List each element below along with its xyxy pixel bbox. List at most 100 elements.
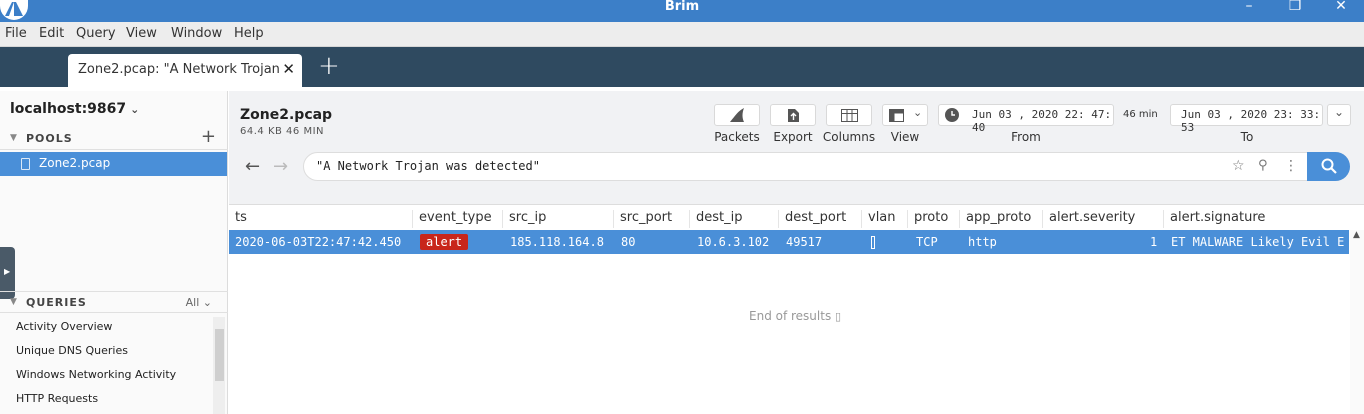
event-type-badge: alert (420, 234, 469, 250)
pin-icon[interactable]: ⚲ (1258, 158, 1268, 173)
shark-fin-icon (730, 108, 744, 122)
column-divider[interactable] (689, 210, 690, 228)
to-time-picker[interactable]: Jun 03 , 2020 23: 33: 53 (1170, 104, 1323, 134)
main-panel: Zone2.pcap 64.4 KB 46 MIN Packets Export… (229, 91, 1364, 414)
view-icon (889, 109, 904, 122)
clock-icon (945, 108, 959, 122)
column-divider[interactable] (613, 210, 614, 228)
end-of-results: End of results ▯ (749, 309, 841, 323)
pool-meta: 64.4 KB 46 MIN (240, 126, 325, 137)
column-divider[interactable] (502, 210, 503, 228)
col-header-event-type[interactable]: event_type (419, 210, 492, 225)
columns-label: Columns (822, 130, 876, 144)
scrollbar-thumb[interactable] (215, 329, 224, 381)
from-time-picker[interactable]: Jun 03 , 2020 22: 47: 40 (938, 104, 1114, 134)
queries-filter-dropdown[interactable]: All ⌄ (186, 296, 212, 309)
view-label: View (890, 130, 920, 144)
cell-vlan (871, 236, 875, 249)
col-header-dest-ip[interactable]: dest_ip (696, 210, 742, 225)
collapse-triangle-icon: ▼ (10, 297, 17, 307)
cell-alert-signature: ET MALWARE Likely Evil E (1171, 235, 1345, 249)
chevron-down-icon: ⌄ (1334, 105, 1345, 119)
search-input[interactable]: "A Network Trojan was detected" (316, 159, 540, 173)
columns-button[interactable] (826, 104, 872, 126)
queries-filter-value: All (185, 296, 200, 309)
col-header-ts[interactable]: ts (235, 210, 247, 225)
table-scrollbar[interactable]: ▲ (1350, 230, 1364, 414)
menu-file[interactable]: File (5, 26, 27, 41)
queries-label: QUERIES (26, 296, 87, 309)
menu-bar: File Edit Query View Window Help (0, 22, 1364, 47)
col-header-proto[interactable]: proto (914, 210, 948, 225)
column-divider[interactable] (412, 210, 413, 228)
new-tab-button[interactable]: + (318, 53, 340, 79)
menu-view[interactable]: View (126, 26, 157, 41)
pool-item[interactable]: Zone2.pcap (0, 152, 227, 176)
cell-src-ip: 185.118.164.8 (510, 235, 604, 249)
query-item[interactable]: Activity Overview (16, 320, 112, 333)
export-label: Export (773, 130, 813, 144)
col-header-alert-severity[interactable]: alert.severity (1049, 210, 1135, 225)
view-button[interactable]: ⌄ (882, 104, 928, 126)
col-header-vlan[interactable]: vlan (868, 210, 896, 225)
tab-zone2[interactable]: Zone2.pcap: "A Network Trojan ... ✕ (68, 54, 302, 87)
packets-button[interactable] (714, 104, 760, 126)
cell-proto: TCP (916, 235, 938, 249)
col-header-app-proto[interactable]: app_proto (966, 210, 1031, 225)
pool-name: Zone2.pcap (39, 156, 111, 170)
close-tab-icon[interactable]: ✕ (282, 60, 295, 78)
menu-query[interactable]: Query (76, 26, 116, 41)
col-header-dest-port[interactable]: dest_port (785, 210, 846, 225)
col-header-src-ip[interactable]: src_ip (509, 210, 546, 225)
column-divider[interactable] (861, 210, 862, 228)
tab-label: Zone2.pcap: "A Network Trojan ... (78, 62, 280, 77)
back-arrow-icon[interactable]: ← (245, 156, 260, 177)
star-icon[interactable]: ☆ (1232, 158, 1245, 174)
search-icon (1321, 158, 1337, 174)
to-label: To (1240, 130, 1254, 144)
restore-icon[interactable]: ❐ (1285, 0, 1305, 13)
queries-header[interactable]: ▼ QUERIES All ⌄ (0, 291, 228, 313)
col-header-alert-signature[interactable]: alert.signature (1170, 210, 1265, 225)
cell-dest-port: 49517 (786, 235, 823, 249)
host-selector[interactable]: localhost:9867 ⌄ (10, 101, 139, 117)
column-divider[interactable] (1163, 210, 1164, 228)
expand-arrow-icon: ▶ (4, 267, 11, 276)
search-bar[interactable]: "A Network Trojan was detected" ☆ ⚲ ⋮ (303, 152, 1350, 181)
chevron-down-icon: ⌄ (913, 106, 923, 119)
column-divider[interactable] (907, 210, 908, 228)
time-range-menu-button[interactable]: ⌄ (1327, 104, 1351, 126)
table-row[interactable]: 2020-06-03T22:47:42.450 alert 185.118.16… (229, 230, 1349, 254)
more-options-icon[interactable]: ⋮ (1284, 158, 1298, 174)
column-divider[interactable] (959, 210, 960, 228)
title-bar: Brim – ❐ ✕ (0, 0, 1364, 22)
menu-edit[interactable]: Edit (39, 26, 64, 41)
menu-help[interactable]: Help (234, 26, 264, 41)
table-header: ts event_type src_ip src_port dest_ip de… (229, 206, 1349, 230)
column-divider[interactable] (778, 210, 779, 228)
file-icon (21, 158, 30, 170)
queries-scrollbar[interactable] (213, 317, 225, 414)
query-item[interactable]: Unique DNS Queries (16, 344, 128, 357)
collapse-triangle-icon: ▼ (10, 133, 17, 143)
menu-window[interactable]: Window (171, 26, 222, 41)
export-button[interactable] (770, 104, 816, 126)
query-item[interactable]: Windows Networking Activity (16, 368, 176, 381)
window-title: Brim (664, 0, 700, 14)
export-icon (788, 109, 799, 122)
query-item[interactable]: HTTP Requests (16, 392, 98, 405)
close-window-icon[interactable]: ✕ (1331, 0, 1351, 13)
sidebar: localhost:9867 ⌄ ▼ POOLS + Zone2.pcap ▶ ▼… (0, 91, 228, 414)
from-label: From (1011, 130, 1041, 144)
search-button[interactable] (1307, 152, 1350, 181)
search-header: Zone2.pcap 64.4 KB 46 MIN Packets Export… (229, 91, 1364, 205)
forward-arrow-icon[interactable]: → (273, 156, 288, 177)
col-header-src-port[interactable]: src_port (620, 210, 672, 225)
minimize-icon[interactable]: – (1239, 0, 1259, 13)
column-divider[interactable] (1042, 210, 1043, 228)
columns-icon (841, 109, 858, 122)
add-pool-button[interactable]: + (201, 128, 216, 146)
pool-title: Zone2.pcap (240, 107, 333, 123)
scroll-up-icon[interactable]: ▲ (1353, 230, 1360, 240)
pools-header[interactable]: ▼ POOLS + (0, 128, 228, 150)
